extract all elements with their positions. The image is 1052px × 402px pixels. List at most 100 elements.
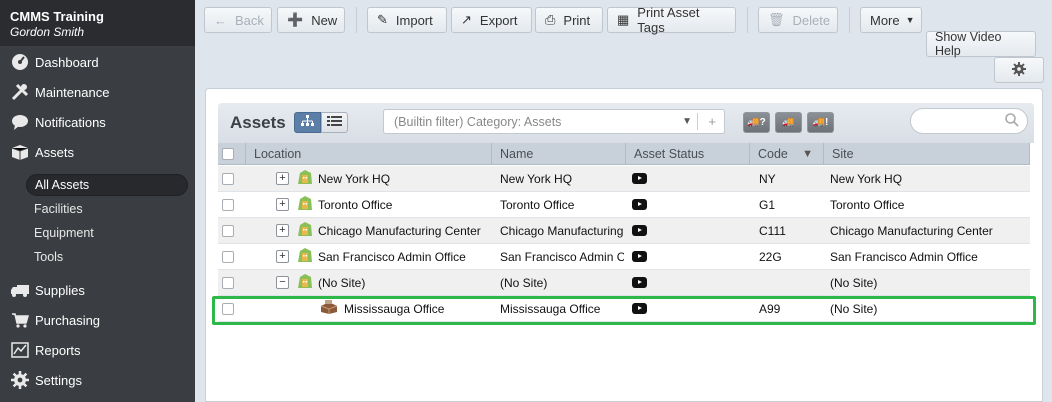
sort-desc-icon: ▼ bbox=[802, 148, 813, 160]
trash-icon: 🗑 bbox=[768, 12, 785, 27]
sidebar-subitem-all-assets[interactable]: All Assets bbox=[26, 174, 188, 196]
site-icon bbox=[297, 221, 313, 240]
delete-button[interactable]: 🗑 Delete bbox=[758, 7, 838, 33]
expand-button[interactable]: + bbox=[276, 224, 289, 237]
import-label: Import bbox=[395, 12, 433, 28]
column-label: Site bbox=[832, 147, 854, 161]
expand-button[interactable]: + bbox=[276, 172, 289, 185]
location-name: Mississauga Office bbox=[344, 301, 445, 316]
row-checkbox[interactable] bbox=[222, 277, 234, 289]
row-checkbox[interactable] bbox=[222, 303, 234, 315]
sidebar-item-assets[interactable]: Assets bbox=[0, 140, 195, 164]
expand-button[interactable]: + bbox=[276, 198, 289, 211]
new-button[interactable]: ➕ New bbox=[277, 7, 345, 33]
settings-gear-button[interactable] bbox=[994, 57, 1044, 83]
sidebar-item-maintenance[interactable]: Maintenance bbox=[0, 80, 195, 104]
printer-icon: ⎙ bbox=[545, 12, 556, 27]
new-document-icon: ➕ bbox=[287, 12, 304, 27]
location-cell: + Toronto Office bbox=[276, 192, 392, 217]
status-play-icon[interactable] bbox=[632, 173, 647, 184]
sidebar-item-purchasing[interactable]: Purchasing bbox=[0, 308, 195, 332]
select-all-cell bbox=[218, 143, 246, 165]
column-header-location[interactable]: Location bbox=[246, 143, 492, 165]
sidebar-item-notifications[interactable]: Notifications bbox=[0, 110, 195, 134]
site-cell: San Francisco Admin Office bbox=[830, 249, 978, 264]
search-input[interactable] bbox=[910, 108, 1028, 134]
truck-unknown-button[interactable]: 🚚? bbox=[743, 112, 770, 133]
truck-icon: 🚚 bbox=[812, 117, 826, 128]
import-button[interactable]: ✎ Import bbox=[367, 7, 447, 33]
column-header-code[interactable]: Code ▼ bbox=[750, 143, 824, 165]
select-all-checkbox[interactable] bbox=[222, 148, 234, 160]
more-label: More bbox=[870, 12, 900, 28]
filter-select[interactable]: (Builtin filter) Category: Assets ▼ + bbox=[383, 109, 725, 134]
status-play-icon[interactable] bbox=[632, 225, 647, 236]
location-name: Toronto Office bbox=[318, 197, 393, 212]
column-header-site[interactable]: Site bbox=[824, 143, 1030, 165]
tree-view-button[interactable] bbox=[294, 112, 321, 133]
expand-button[interactable]: + bbox=[276, 250, 289, 263]
sidebar-item-supplies[interactable]: Supplies bbox=[0, 278, 195, 302]
site-icon bbox=[297, 169, 313, 188]
sidebar-item-reports[interactable]: Reports bbox=[0, 338, 195, 362]
table-row[interactable]: Mississauga Office Mississauga Office A9… bbox=[218, 296, 1030, 322]
location-cell: + New York HQ bbox=[276, 166, 390, 191]
import-icon: ✎ bbox=[377, 12, 388, 27]
print-tags-label: Print Asset Tags bbox=[637, 5, 700, 35]
status-play-icon[interactable] bbox=[632, 199, 647, 210]
sidebar-subitem-facilities[interactable]: Facilities bbox=[26, 198, 188, 220]
sidebar-item-settings[interactable]: Settings bbox=[0, 368, 195, 392]
sidebar-subitem-label: Equipment bbox=[34, 226, 94, 240]
location-name: (No Site) bbox=[318, 275, 366, 290]
status-play-icon[interactable] bbox=[632, 277, 647, 288]
filter-text: (Builtin filter) Category: Assets bbox=[394, 114, 562, 129]
caret-down-icon: ▼ bbox=[905, 15, 915, 25]
export-button[interactable]: ↗ Export bbox=[451, 7, 532, 33]
panel-header: Assets (Builtin filter) Category: Assets… bbox=[218, 103, 1034, 143]
collapse-button[interactable]: − bbox=[276, 276, 289, 289]
cart-icon bbox=[10, 311, 30, 329]
sidebar-item-label: Notifications bbox=[35, 114, 106, 130]
code-cell: NY bbox=[759, 171, 776, 186]
chart-icon bbox=[10, 341, 30, 359]
chat-bubble-icon bbox=[10, 113, 30, 131]
site-cell: Toronto Office bbox=[830, 197, 905, 212]
sidebar-subitem-tools[interactable]: Tools bbox=[26, 246, 188, 268]
print-button[interactable]: ⎙ Print bbox=[535, 7, 603, 33]
add-filter-icon[interactable]: + bbox=[708, 114, 716, 129]
column-header-asset-status[interactable]: Asset Status bbox=[626, 143, 750, 165]
sidebar: CMMS Training Gordon Smith Dashboard Mai… bbox=[0, 0, 195, 402]
truck-alert-button[interactable]: 🚚! bbox=[807, 112, 834, 133]
row-checkbox[interactable] bbox=[222, 199, 234, 211]
status-cell bbox=[632, 244, 647, 269]
hierarchy-icon bbox=[301, 115, 314, 130]
site-icon bbox=[297, 247, 313, 266]
status-play-icon[interactable] bbox=[632, 251, 647, 262]
sidebar-subitem-equipment[interactable]: Equipment bbox=[26, 222, 188, 244]
toolbar-divider bbox=[849, 7, 850, 33]
print-asset-tags-button[interactable]: ▦ Print Asset Tags bbox=[607, 5, 736, 35]
sidebar-item-dashboard[interactable]: Dashboard bbox=[0, 50, 195, 74]
column-header-name[interactable]: Name bbox=[492, 143, 626, 165]
new-label: New bbox=[311, 12, 338, 28]
back-button[interactable]: ← Back bbox=[204, 7, 272, 33]
filter-dropdown-icon: ▼ bbox=[682, 116, 692, 127]
more-button[interactable]: More ▼ bbox=[860, 7, 922, 33]
status-play-icon[interactable] bbox=[632, 303, 647, 314]
location-name: Chicago Manufacturing Center bbox=[318, 223, 481, 238]
row-checkbox[interactable] bbox=[222, 251, 234, 263]
code-cell: A99 bbox=[759, 301, 781, 316]
table-row[interactable]: + Chicago Manufacturing Center Chicago M… bbox=[218, 218, 1030, 244]
list-view-button[interactable] bbox=[321, 112, 348, 133]
location-name: New York HQ bbox=[318, 171, 391, 186]
table-row[interactable]: − (No Site) (No Site) (No Site) bbox=[218, 270, 1030, 296]
column-label: Code bbox=[758, 147, 788, 161]
table-row[interactable]: + San Francisco Admin Office San Francis… bbox=[218, 244, 1030, 270]
table-row[interactable]: + Toronto Office Toronto Office G1 Toron… bbox=[218, 192, 1030, 218]
building-icon bbox=[320, 299, 338, 318]
table-row[interactable]: + New York HQ New York HQ NY New York HQ bbox=[218, 166, 1030, 192]
truck-button[interactable]: 🚚 bbox=[775, 112, 802, 133]
show-video-help-button[interactable]: Show Video Help bbox=[926, 30, 1036, 58]
row-checkbox[interactable] bbox=[222, 225, 234, 237]
row-checkbox[interactable] bbox=[222, 173, 234, 185]
